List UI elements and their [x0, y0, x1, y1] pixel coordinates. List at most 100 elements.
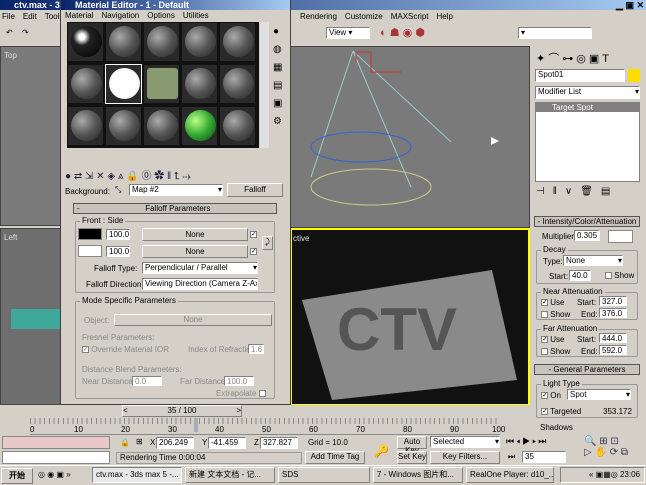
map-type-button[interactable]: Falloff — [227, 183, 283, 197]
remove-modifier-icon[interactable]: 🗑 — [580, 186, 601, 197]
uv-tiling-icon[interactable]: ▤ — [273, 77, 287, 95]
current-frame-marker[interactable] — [194, 418, 198, 432]
extrapolate-checkbox[interactable]: Extrapolate — [216, 389, 266, 398]
prompt-line[interactable] — [2, 451, 110, 464]
far-end-field[interactable]: 592.0 — [599, 345, 627, 355]
light-color-swatch[interactable] — [608, 230, 633, 243]
decay-start-field[interactable]: 40.0 — [569, 270, 591, 281]
taskbar-item-sds[interactable]: SDS — [278, 467, 370, 483]
y-coordinate[interactable]: -41.459 — [208, 437, 246, 449]
sample-slot[interactable] — [143, 22, 180, 62]
override-ior-checkbox[interactable]: ✓ Override Material IOR — [82, 345, 169, 354]
mat-menu-utilities[interactable]: Utilities — [183, 11, 209, 20]
sample-slot[interactable] — [105, 22, 142, 62]
make-unique-icon[interactable]: ∨ — [565, 186, 580, 197]
sample-slot[interactable] — [67, 106, 104, 146]
viewport-perspective[interactable]: ctive CTV — [290, 228, 530, 406]
zoom-extents-icon[interactable]: ⊡ — [610, 436, 618, 447]
hierarchy-tab-icon[interactable]: ⊶ — [562, 53, 576, 65]
menu-maxscript[interactable]: MAXScript — [391, 12, 429, 21]
key-set-select[interactable]: Selected ▾ — [430, 436, 500, 448]
assign-icon[interactable]: ⇲ — [85, 171, 93, 182]
sample-slot[interactable] — [67, 64, 104, 104]
sample-slot[interactable] — [219, 22, 256, 62]
time-slider[interactable]: <35 / 100 > — [122, 405, 242, 417]
taskbar-item-realone[interactable]: RealOne Player: d10_... — [466, 467, 554, 483]
put-to-scene-icon[interactable]: ⇄ — [74, 171, 82, 182]
front-amount[interactable]: 100.0 — [106, 229, 130, 240]
reset-icon[interactable]: ✕ — [96, 171, 104, 182]
swap-colors-icon[interactable]: ⤸ — [262, 236, 273, 250]
z-coordinate[interactable]: 327.827 — [260, 437, 298, 449]
viewport-front[interactable] — [290, 46, 530, 228]
get-material-icon[interactable]: ● — [65, 171, 71, 182]
display-tab-icon[interactable]: ▣ — [589, 53, 602, 65]
sample-slot[interactable] — [181, 64, 218, 104]
side-map-button[interactable]: None — [142, 245, 248, 258]
quick-render-icon[interactable]: ☗ — [390, 27, 400, 39]
sample-slot[interactable] — [219, 64, 256, 104]
show-end-result-icon[interactable]: ‖ — [553, 186, 565, 197]
set-key-icon[interactable]: 🔑 — [374, 444, 389, 458]
configure-icon[interactable]: ▤ — [601, 186, 618, 197]
pan-icon[interactable]: ✋ — [594, 447, 606, 458]
fov-icon[interactable]: ▷ — [584, 447, 592, 458]
sample-slot[interactable] — [181, 106, 218, 146]
render-icon[interactable]: ◐ — [380, 27, 387, 39]
light-on-checkbox[interactable]: ✓ On — [541, 391, 561, 400]
slots-scrollbar[interactable] — [260, 22, 269, 148]
options-icon[interactable]: ⚙ — [273, 113, 287, 131]
pin-stack-icon[interactable]: ⊣ — [536, 186, 553, 197]
targeted-checkbox[interactable]: ✓ Targeted — [541, 407, 581, 416]
viewport-left[interactable]: Left — [0, 228, 62, 405]
object-color-swatch[interactable] — [628, 69, 640, 82]
effects-channel-icon[interactable]: ⓪ — [141, 171, 151, 182]
timeline-track[interactable]: 0 10 20 30 40 50 60 70 80 90 100 — [30, 418, 505, 435]
taskbar-item-3dsmax[interactable]: ctv.max - 3ds max 5 -... — [92, 467, 182, 483]
add-time-tag-button[interactable]: Add Time Tag — [305, 451, 365, 464]
named-selection[interactable]: ▾ — [518, 27, 592, 39]
mat-menu-navigation[interactable]: Navigation — [101, 11, 139, 20]
menu-rendering[interactable]: Rendering — [300, 12, 337, 21]
mat-menu-material[interactable]: Material — [65, 11, 93, 20]
front-color-swatch[interactable] — [78, 228, 102, 240]
far-use-checkbox[interactable]: ✓ Use — [541, 335, 564, 344]
quick-launch-icons[interactable]: ◎ ◉ ▣ » — [38, 470, 71, 479]
go-parent-icon[interactable]: ⮤ — [174, 171, 180, 182]
x-coordinate[interactable]: 206.249 — [156, 437, 194, 449]
tray-icons[interactable]: « ▣▦◎ — [589, 470, 620, 479]
redo-icon[interactable]: ↷ — [22, 28, 34, 40]
go-sibling-icon[interactable]: ⇢ — [183, 171, 191, 182]
set-key-button[interactable]: Set Key — [397, 451, 427, 464]
unique-icon[interactable]: ⩓ — [118, 171, 124, 182]
far-start-field[interactable]: 444.0 — [599, 333, 627, 343]
decay-show-checkbox[interactable]: Show — [605, 271, 634, 280]
menu-edit[interactable]: Edit — [23, 12, 37, 21]
maximize-icon[interactable]: ⧉ — [621, 447, 628, 458]
decay-type-select[interactable]: None ▾ — [563, 255, 623, 266]
create-tab-icon[interactable]: ✦ — [536, 53, 548, 65]
sample-slot[interactable] — [105, 106, 142, 146]
viewport-top[interactable]: Top — [0, 46, 62, 226]
show-end-icon[interactable]: ‖ — [167, 171, 171, 182]
near-start-field[interactable]: 327.0 — [599, 296, 627, 306]
taskbar-item-picture-viewer[interactable]: 7 - Windows 图片和... — [373, 467, 463, 483]
falloff-rollout-header[interactable]: - Falloff Parameters — [73, 203, 277, 214]
zoom-icon[interactable]: 🔍 — [584, 436, 596, 447]
auto-key-button[interactable]: Auto Key — [397, 436, 427, 455]
video-check-icon[interactable]: ▣ — [273, 95, 287, 113]
sample-type-icon[interactable]: ● — [273, 23, 287, 41]
lock-selection-icon[interactable]: 🔒 — [120, 438, 130, 447]
ica-rollout-header[interactable]: - Intensity/Color/Attenuation — [534, 216, 640, 227]
window-controls[interactable]: ▁ ▣ ✕ — [616, 0, 644, 10]
menu-customize[interactable]: Customize — [345, 12, 383, 21]
show-map-icon[interactable]: ✿ — [154, 171, 164, 182]
key-filters-button[interactable]: Key Filters... — [430, 451, 500, 464]
multiplier-field[interactable]: 0.305 — [574, 230, 600, 241]
sample-slot[interactable] — [219, 106, 256, 146]
falloff-direction-select[interactable]: Viewing Direction (Camera Z-Axis)▾ — [142, 278, 258, 290]
taskbar-item-notepad[interactable]: 新建 文本文档 - 记... — [185, 467, 275, 483]
go-start-icon[interactable]: ⏮ — [506, 436, 516, 446]
map-name-field[interactable]: Map #2 ▾ — [129, 184, 223, 196]
sample-slot-active[interactable] — [105, 64, 142, 104]
